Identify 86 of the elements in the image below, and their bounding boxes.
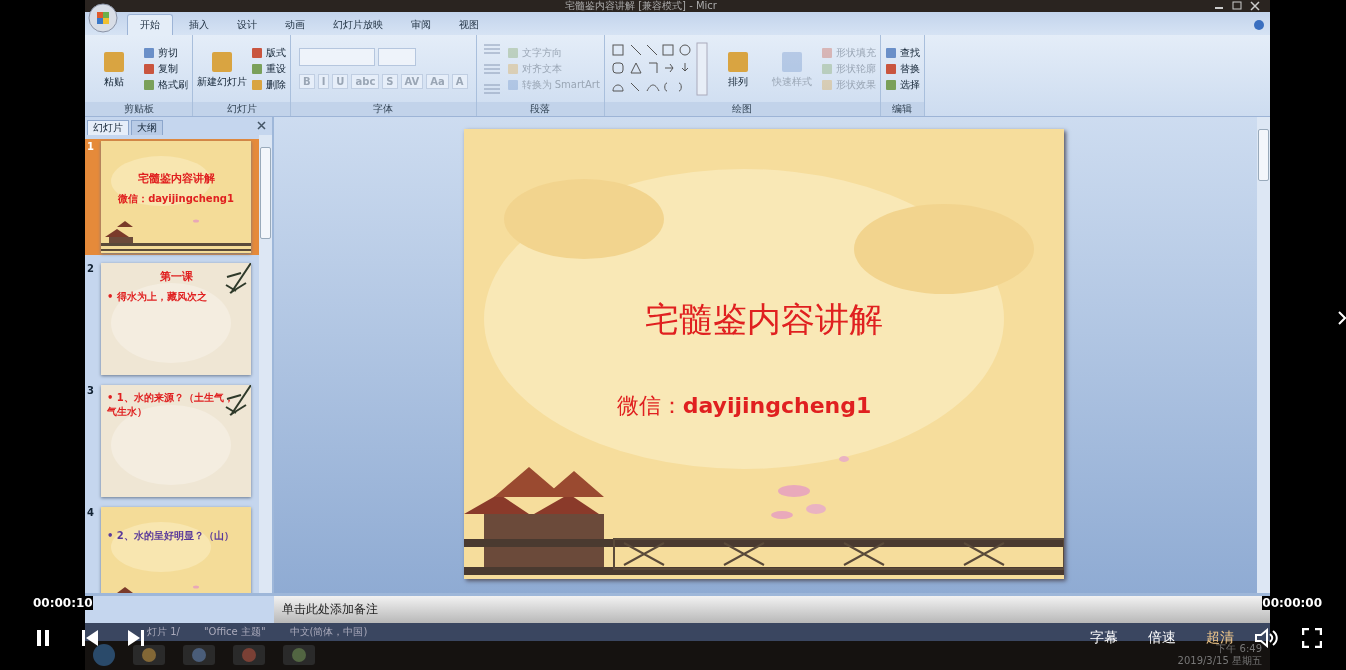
group-label: 幻灯片 <box>226 102 257 114</box>
group-label: 编辑 <box>892 102 913 114</box>
taskbar-app-icon[interactable] <box>231 643 267 668</box>
ribbon-button[interactable]: 新建幻灯片 <box>197 48 247 89</box>
group-label: 绘图 <box>732 102 753 114</box>
ribbon-button[interactable]: 格式刷 <box>143 77 188 92</box>
font-size-field[interactable] <box>378 48 416 67</box>
clock-date: 2019/3/15 星期五 <box>1177 655 1262 668</box>
tool-icon <box>506 78 519 91</box>
ribbon-tab[interactable]: 动画 <box>273 15 317 36</box>
ribbon-tab[interactable]: 审阅 <box>399 15 443 36</box>
window-title: 宅髓鉴内容讲解 [兼容模式] - Micr <box>565 0 717 12</box>
slide-number: 1 <box>87 140 95 154</box>
taskbar-app-icon[interactable] <box>131 643 167 668</box>
status-text: 灯片 1/ <box>147 624 180 639</box>
slide-text: 宅髓鉴内容讲解 <box>137 170 215 186</box>
chevron-right-icon[interactable] <box>1338 311 1346 325</box>
ribbon-tab[interactable]: 插入 <box>177 15 221 36</box>
tool-icon <box>884 62 897 75</box>
ribbon-button[interactable]: 选择 <box>884 77 920 92</box>
tool-icon <box>820 78 833 91</box>
status-text: "Office 主题" <box>203 624 266 639</box>
tool-icon <box>884 78 897 91</box>
help-icon[interactable] <box>1254 20 1264 30</box>
ribbon-button[interactable]: 替换 <box>884 61 920 76</box>
slide-text: • 2、水的呈好明显？（山） <box>107 528 234 543</box>
speed-button[interactable]: 倍速 <box>1148 629 1176 647</box>
taskbar-app-icon[interactable] <box>281 643 317 668</box>
ribbon-tab[interactable]: 幻灯片放映 <box>321 15 395 36</box>
start-icon[interactable] <box>91 642 117 669</box>
ribbon-button[interactable]: 重设 <box>251 61 286 76</box>
previous-icon[interactable] <box>81 629 99 647</box>
taskbar-app-icon[interactable] <box>181 643 217 668</box>
tool-icon <box>143 78 155 91</box>
slide-title: 宅髓鉴内容讲解 <box>645 297 883 341</box>
ribbon-tab[interactable]: 开始 <box>127 14 173 36</box>
ribbon-button[interactable]: 查找 <box>884 45 920 60</box>
slide-number: 4 <box>87 506 95 520</box>
maximize-icon[interactable] <box>1230 1 1244 11</box>
font-name-field[interactable] <box>299 48 375 67</box>
ribbon-button[interactable]: 排列 <box>712 48 763 89</box>
elapsed-time: 00:00:10 <box>33 596 93 610</box>
ribbon-button[interactable]: 复制 <box>143 61 188 76</box>
slide-text: • 1、水的来源？（土生气，气生水） <box>107 390 235 419</box>
slide-text: 微信：dayijingcheng1 <box>118 191 234 206</box>
ribbon-button[interactable]: 版式 <box>251 45 286 60</box>
slide-text: 第一课 <box>159 268 193 284</box>
tool-icon <box>506 46 519 59</box>
panel-tab[interactable]: 幻灯片 <box>87 119 129 135</box>
ribbon-button[interactable]: 删除 <box>251 77 286 92</box>
subtitles-button[interactable]: 字幕 <box>1090 629 1118 647</box>
ribbon-button[interactable]: 剪切 <box>143 45 188 60</box>
close-icon[interactable] <box>257 120 266 130</box>
ribbon-tab[interactable]: 视图 <box>447 15 491 36</box>
fullscreen-icon[interactable] <box>1302 628 1322 648</box>
close-icon[interactable] <box>1248 1 1262 11</box>
status-text: 中文(简体，中国) <box>289 624 368 639</box>
tool-icon <box>251 78 263 91</box>
ribbon-tab[interactable]: 设计 <box>225 15 269 36</box>
slide-thumbnail-row[interactable]: 1 宅髓鉴内容讲解 微信：dayijingcheng1 <box>85 138 259 255</box>
next-icon[interactable] <box>127 629 145 647</box>
tool-icon <box>506 62 519 75</box>
duration-time: 00:00:00 <box>1262 596 1322 610</box>
tool-icon <box>251 46 263 59</box>
slide-number: 3 <box>87 384 95 398</box>
scrollbar-thumb[interactable] <box>260 146 271 239</box>
slide-number: 2 <box>87 262 95 276</box>
tool-icon <box>820 62 833 75</box>
slide-thumbnail-row[interactable]: 2 第一课 • 得水为上，藏风次之 <box>85 260 259 377</box>
slide-subtitle: 微信：dayijingcheng1 <box>616 391 872 420</box>
clock-time: 下午 6:49 <box>1216 643 1262 655</box>
slide-text: • 得水为上，藏风次之 <box>107 289 207 304</box>
tool-icon <box>251 62 263 75</box>
pause-icon[interactable] <box>35 629 51 647</box>
group-label: 字体 <box>373 102 394 114</box>
ribbon-button[interactable]: 粘贴 <box>89 48 139 89</box>
slide-thumbnail-row[interactable]: 3 • 1、水的来源？（土生气，气生水） <box>85 382 259 499</box>
group-label: 段落 <box>530 102 551 114</box>
group-label: 剪贴板 <box>123 102 154 114</box>
tool-icon <box>143 62 155 75</box>
tool-icon <box>143 46 155 59</box>
panel-tab[interactable]: 大纲 <box>131 119 163 135</box>
tool-icon <box>884 46 897 59</box>
slide-thumbnail-row[interactable]: 4 • 2、水的呈好明显？（山） <box>85 504 259 593</box>
scrollbar-thumb[interactable] <box>1258 128 1269 181</box>
tool-icon <box>820 46 833 59</box>
